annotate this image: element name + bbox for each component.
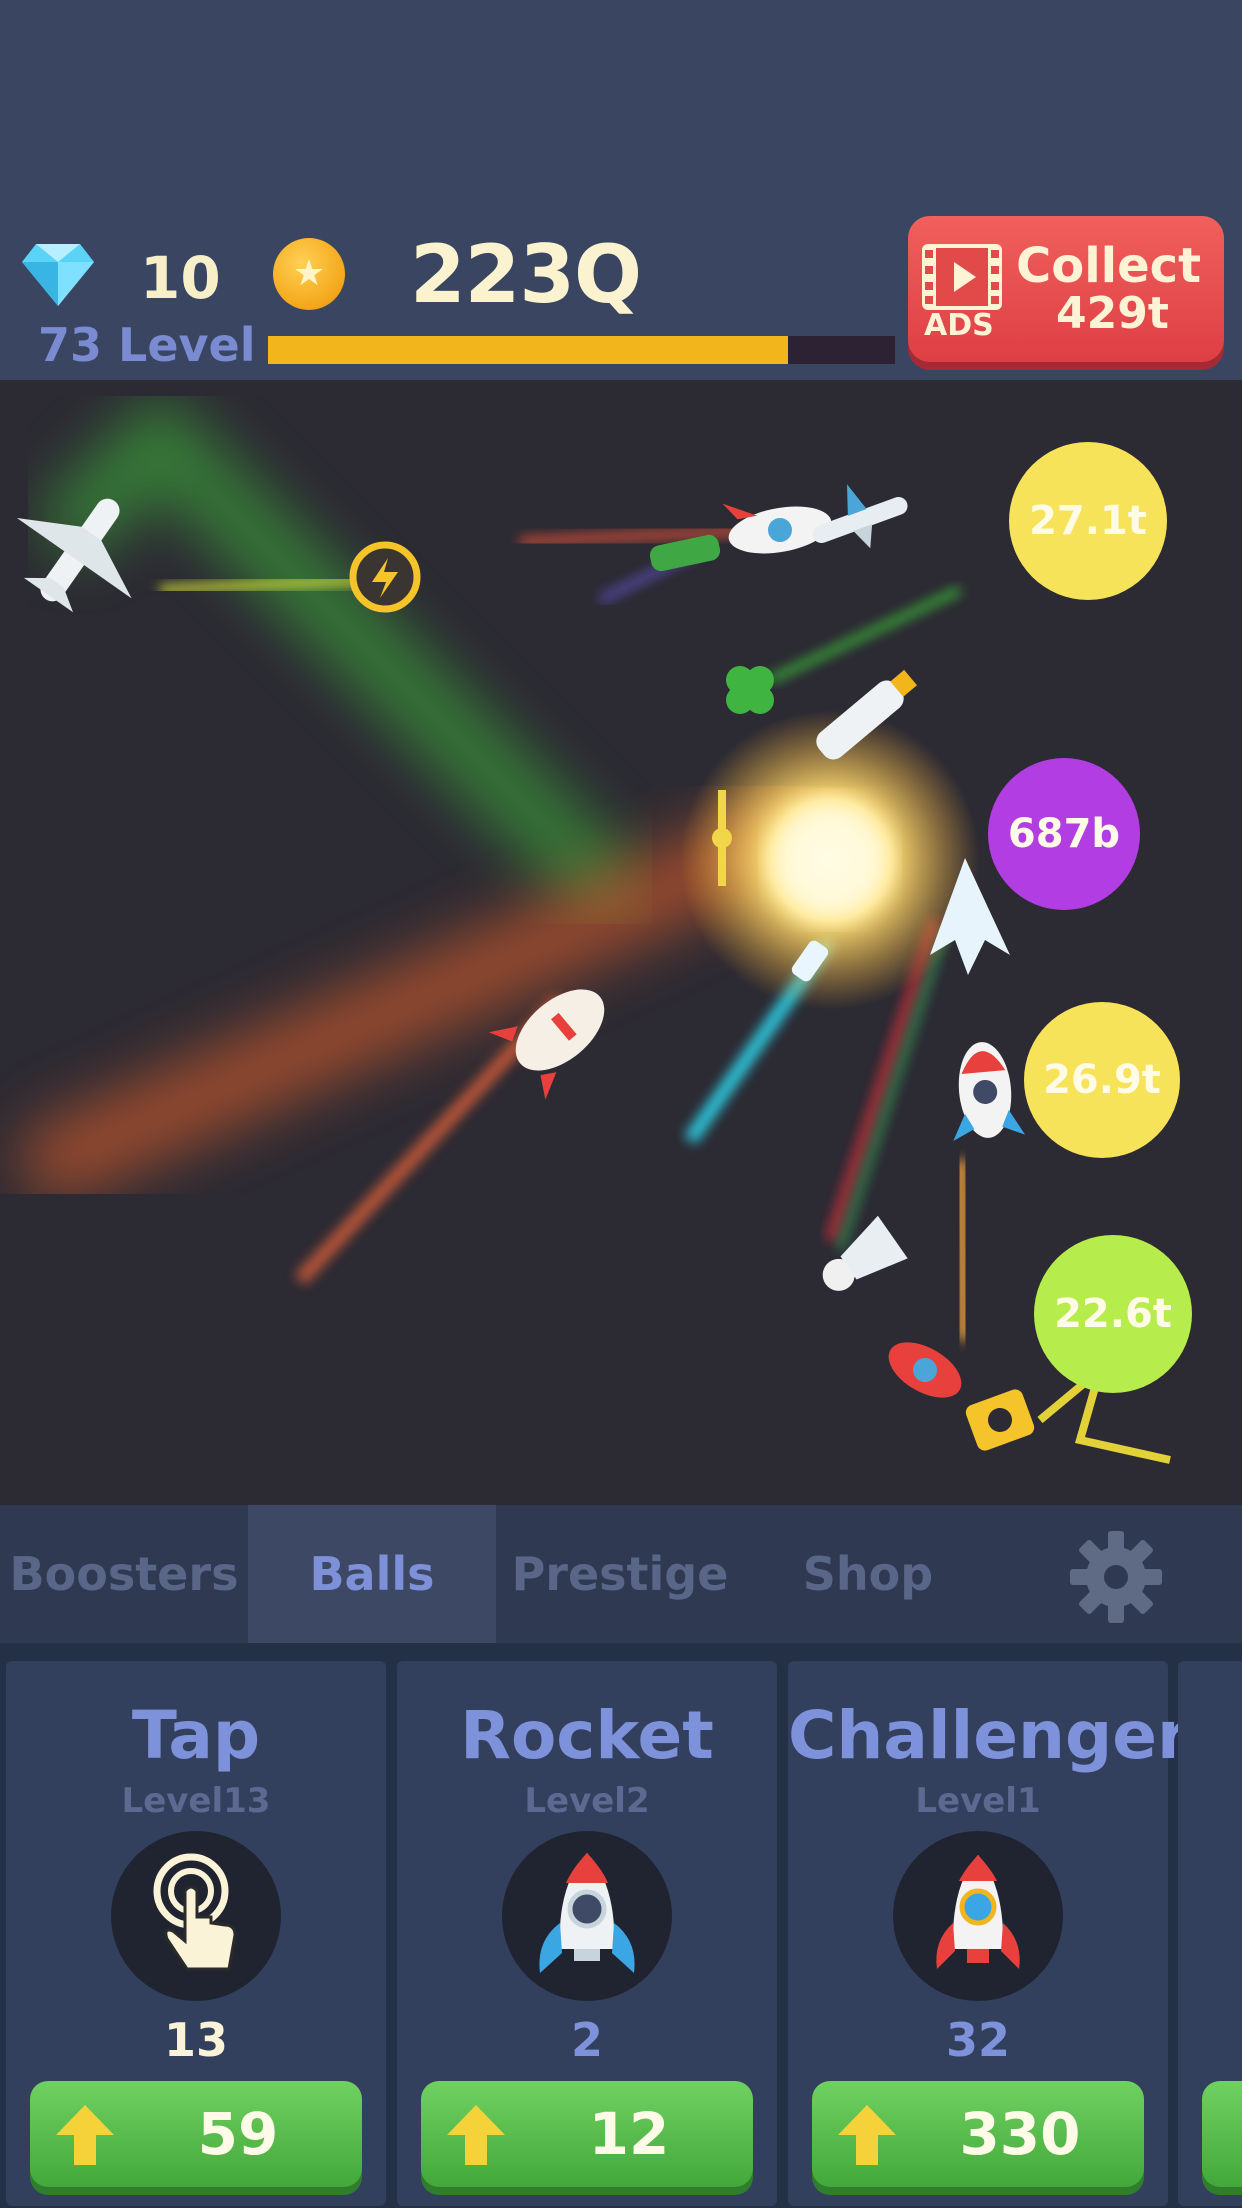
card-title: Challenger: [788, 1697, 1190, 1774]
ball-card-rocket: Rocket Level2 2 12: [397, 1661, 777, 2206]
card-title: Rocket: [460, 1697, 714, 1774]
tab-prestige[interactable]: Prestige: [496, 1505, 744, 1643]
level-progress-fill: [268, 336, 789, 364]
rocket-icon: [502, 1831, 672, 2001]
tab-bar: Boosters Balls Prestige Shop: [0, 1505, 1242, 1643]
target-circle[interactable]: 22.6t: [1034, 1235, 1192, 1393]
target-value: 687b: [1007, 811, 1121, 857]
coin-count: 223Q: [410, 228, 642, 321]
right-rocket-ball: [953, 1042, 1026, 1141]
diamond-icon: [22, 244, 94, 306]
collect-ads-button[interactable]: ADS Collect 429t: [908, 216, 1224, 362]
target-value: 22.6t: [1054, 1291, 1172, 1337]
game-field[interactable]: 27.1t 687b 26.9t 22.6t: [0, 380, 1242, 1505]
target-value: 27.1t: [1029, 498, 1147, 544]
card-level: Level2: [524, 1781, 650, 1821]
target-value: 26.9t: [1043, 1057, 1161, 1103]
upgrade-button-challenger[interactable]: 330: [812, 2081, 1144, 2187]
lightning-ball: [349, 541, 421, 613]
balls-card-list: Tap Level13 13 59 Rocket Level2 2 12 Cha…: [0, 1643, 1242, 2208]
card-level: Level13: [121, 1781, 271, 1821]
up-arrow-icon: [56, 2105, 114, 2165]
tab-shop[interactable]: Shop: [744, 1505, 992, 1643]
tab-label: Shop: [802, 1547, 934, 1601]
upgrade-button-tap[interactable]: 59: [30, 2081, 362, 2187]
level-label: 73 Level: [38, 318, 256, 372]
ball-card-next[interactable]: [1178, 1661, 1242, 2206]
challenger-rocket-icon: [893, 1831, 1063, 2001]
upgrade-button-rocket[interactable]: 12: [421, 2081, 753, 2187]
tab-balls[interactable]: Balls: [248, 1505, 496, 1643]
card-title: Tap: [131, 1697, 261, 1774]
yellow-robot-ball: [965, 1389, 1035, 1451]
bottom-rocket-ball: [888, 1342, 962, 1398]
collect-value: 429t: [1056, 288, 1169, 339]
target-circle[interactable]: 687b: [988, 758, 1140, 910]
tab-label: Prestige: [511, 1547, 729, 1601]
top-hud: 10 ★ 223Q 73 Level ADS Collect 429t: [0, 0, 1242, 380]
tab-label: Balls: [309, 1547, 435, 1601]
upgrade-cost: 12: [588, 2100, 670, 2168]
ads-label: ADS: [924, 308, 994, 343]
collect-label: Collect: [1016, 238, 1202, 294]
tab-label: Boosters: [9, 1547, 239, 1601]
top-rocket-ball: [722, 503, 832, 554]
upgrade-cost: 59: [197, 2100, 279, 2168]
card-count: 2: [570, 2013, 603, 2067]
upgrade-button-next[interactable]: [1202, 2081, 1242, 2187]
upgrade-cost: 330: [959, 2100, 1081, 2168]
shuttlecock-ball: [822, 1215, 908, 1291]
target-circle[interactable]: 27.1t: [1009, 442, 1167, 600]
tab-boosters[interactable]: Boosters: [0, 1505, 248, 1643]
up-arrow-icon: [447, 2105, 505, 2165]
card-level: Level1: [915, 1781, 1041, 1821]
gem-count: 10: [140, 244, 221, 312]
up-arrow-icon: [838, 2105, 896, 2165]
settings-gear-icon[interactable]: [1068, 1529, 1164, 1625]
ball-card-challenger: Challenger Level1 32 330: [788, 1661, 1190, 2206]
ball-card-tap: Tap Level13 13 59: [6, 1661, 386, 2206]
target-circle[interactable]: 26.9t: [1024, 1002, 1180, 1158]
green-trail: [45, 390, 635, 915]
video-ad-icon: [922, 244, 1002, 310]
card-count: 32: [945, 2013, 1010, 2067]
tap-hand-icon: [111, 1831, 281, 2001]
clover-ball: [726, 666, 774, 714]
card-count: 13: [163, 2013, 228, 2067]
level-progress-bar: [268, 336, 895, 364]
coin-icon: ★: [273, 238, 345, 310]
